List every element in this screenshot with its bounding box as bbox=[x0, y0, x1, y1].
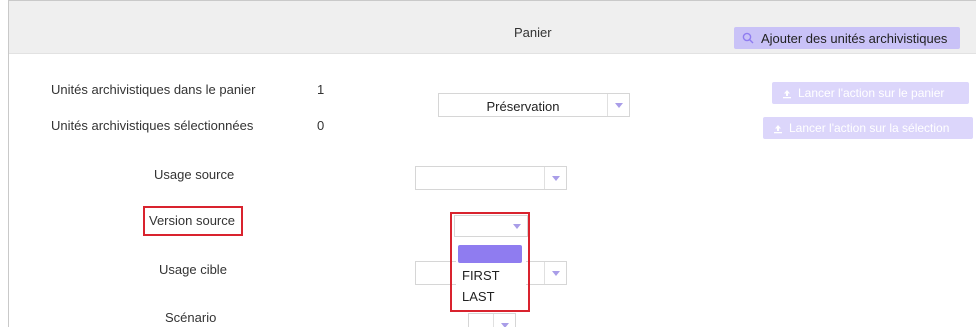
run-action-on-selection-button[interactable]: Lancer l'action sur la sélection bbox=[763, 117, 973, 139]
chevron-down-icon bbox=[544, 167, 566, 189]
run-action-on-cart-label: Lancer l'action sur le panier bbox=[798, 86, 945, 100]
version-source-dropdown-highlight bbox=[450, 212, 530, 312]
action-select[interactable]: Préservation bbox=[438, 93, 630, 117]
search-icon bbox=[742, 32, 754, 44]
usage-source-label: Usage source bbox=[154, 167, 235, 182]
add-archival-units-button[interactable]: Ajouter des unités archivistiques bbox=[734, 27, 960, 49]
cart-count-label: Unités archivistiques dans le panier bbox=[51, 82, 256, 97]
add-archival-units-label: Ajouter des unités archivistiques bbox=[761, 30, 948, 46]
scenario-select[interactable] bbox=[468, 313, 516, 327]
run-action-on-selection-label: Lancer l'action sur la sélection bbox=[789, 121, 950, 135]
page-title: Panier bbox=[514, 25, 552, 40]
scenario-label: Scénario bbox=[165, 310, 217, 325]
chevron-down-icon bbox=[607, 94, 629, 116]
chevron-down-icon bbox=[544, 262, 566, 284]
cart-count-value: 1 bbox=[317, 82, 325, 97]
action-select-value: Préservation bbox=[486, 99, 560, 114]
selected-count-value: 0 bbox=[317, 118, 325, 133]
upload-icon bbox=[782, 88, 792, 99]
usage-cible-label: Usage cible bbox=[159, 262, 227, 277]
chevron-down-icon bbox=[493, 314, 515, 327]
usage-source-select[interactable] bbox=[415, 166, 567, 190]
run-action-on-cart-button[interactable]: Lancer l'action sur le panier bbox=[772, 82, 969, 104]
selected-count-label: Unités archivistiques sélectionnées bbox=[51, 118, 254, 133]
upload-icon bbox=[773, 123, 783, 134]
version-source-label: Version source bbox=[149, 213, 235, 228]
